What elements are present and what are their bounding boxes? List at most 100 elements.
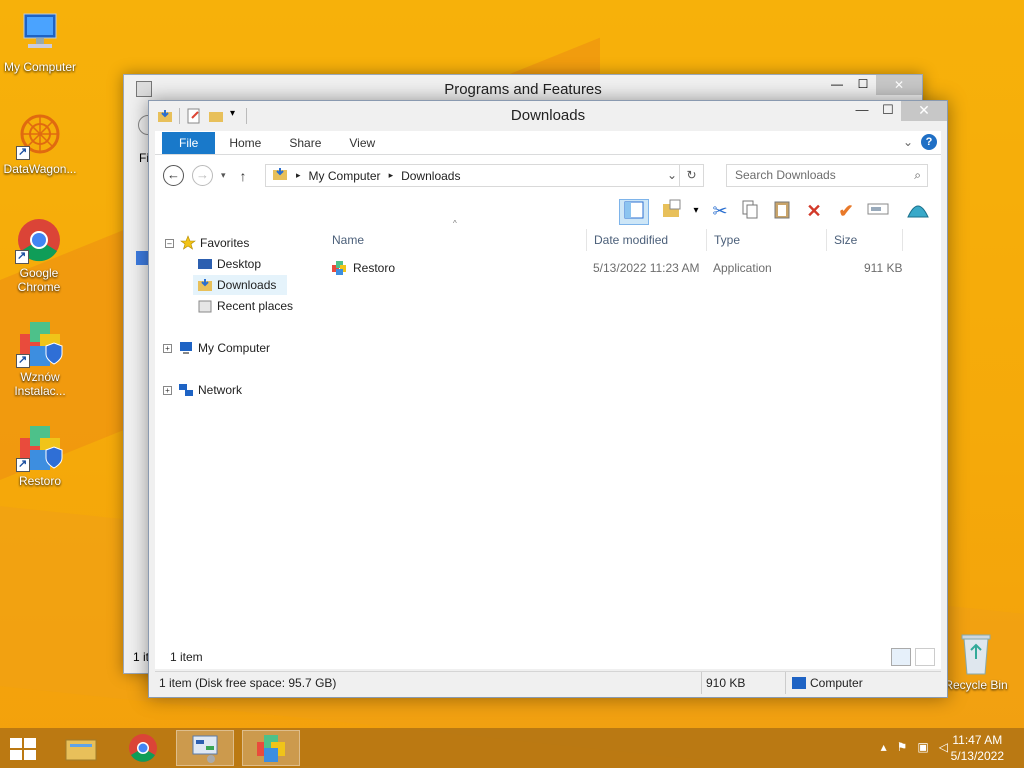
taskbar-control-panel[interactable] [176,730,234,766]
recent-locations-icon[interactable]: ▾ [221,170,226,181]
tree-label: Network [198,383,243,397]
star-icon [180,235,196,251]
maximize-button[interactable]: ☐ [850,75,876,95]
item-count-bar: 1 item [155,645,941,669]
tree-network[interactable]: + Network [163,380,242,400]
network-status-icon[interactable]: ▣ [917,740,928,754]
chevron-down-icon[interactable]: ▾ [683,199,709,225]
copy-icon[interactable] [737,199,763,225]
details-view-button[interactable] [891,648,911,666]
tab-view[interactable]: View [335,132,389,154]
close-button[interactable]: ✕ [876,75,922,95]
explorer-window[interactable]: ▾ Downloads — ☐ ✕ File Home Share View ⌄… [148,100,948,698]
minimize-button[interactable]: — [824,75,850,95]
status-location: Computer [785,672,941,694]
status-bar: 1 item (Disk free space: 95.7 GB) 910 KB… [155,671,941,694]
expand-ribbon-icon[interactable]: ⌄ [903,135,913,149]
partial-status: 1 it [133,650,150,664]
desktop-icon-restoro-installer[interactable]: Wznów Instalac... [0,320,80,398]
tree-label: Downloads [217,278,277,292]
clock[interactable]: 11:47 AM 5/13/2022 [951,732,1004,764]
computer-icon [178,340,194,356]
action-center-icon[interactable]: ⚑ [897,740,908,754]
file-type: Application [713,261,772,275]
close-button[interactable]: ✕ [901,101,947,121]
cut-icon[interactable]: ✂ [707,199,733,225]
up-arrow-icon[interactable]: ↑ [240,168,247,184]
help-icon[interactable]: ? [921,134,937,150]
file-row[interactable]: Restoro 5/13/2022 11:23 AM Application 9… [325,257,941,279]
file-list: ^ Name Date modified Type Size Restoro 5… [325,219,941,669]
tab-file[interactable]: File [162,132,216,154]
desktop-icon [197,256,213,272]
navigation-bar: ← → ▾ ↑ ▸ My Computer ▸ Downloads ⌄ ↻ Se… [155,155,941,195]
breadcrumb-separator: ▸ [388,170,394,180]
restoro-icon [331,260,347,283]
taskbar-chrome[interactable] [114,730,172,766]
status-size: 910 KB [701,672,791,694]
downloads-folder-icon [272,166,288,185]
desktop-icon-label: My Computer [3,60,77,74]
tree-desktop[interactable]: Desktop [197,254,261,274]
breadcrumb-downloads[interactable]: Downloads [401,169,460,183]
column-type[interactable]: Type [707,229,827,251]
column-name[interactable]: Name [325,229,587,251]
tree-favorites[interactable]: – Favorites [165,233,249,253]
back-button[interactable]: ← [163,165,184,186]
clock-date: 5/13/2022 [950,749,1004,763]
taskbar-restoro[interactable] [242,730,300,766]
paste-icon[interactable] [769,199,795,225]
title-bar[interactable]: ▾ Downloads — ☐ ✕ [149,101,947,131]
network-icon [178,382,194,398]
desktop-icon-label: DataWagon... [3,162,77,176]
column-size[interactable]: Size [827,229,903,251]
address-bar[interactable]: ▸ My Computer ▸ Downloads ⌄ ↻ [265,164,704,187]
clock-time: 11:47 AM [952,733,1003,747]
show-hidden-icons-icon[interactable]: ▴ [881,740,887,754]
folder-options-icon[interactable] [659,199,685,225]
windows-logo-pane [24,738,36,748]
checkmark-icon[interactable]: ✔ [833,199,859,225]
desktop-icon-chrome[interactable]: Google Chrome [0,216,78,294]
large-icons-view-button[interactable] [915,648,935,666]
forward-button[interactable]: → [192,165,213,186]
breadcrumb-my-computer[interactable]: My Computer [309,169,381,183]
desktop-icon-my-computer[interactable]: My Computer [0,10,80,74]
minimize-button[interactable]: — [849,101,875,121]
restoro-icon [257,735,285,762]
window-title: Downloads [510,107,586,124]
maximize-button[interactable]: ☐ [875,101,901,121]
collapse-icon[interactable]: – [165,238,174,248]
expand-icon[interactable]: + [163,343,172,353]
tree-label: Desktop [217,257,262,271]
shortcut-arrow-icon [16,457,30,472]
computer-icon [16,10,64,58]
shortcut-arrow-icon [15,249,29,264]
tree-my-computer[interactable]: + My Computer [163,338,270,358]
tree-downloads[interactable]: Downloads [193,275,287,295]
tab-home[interactable]: Home [215,132,275,154]
volume-muted-icon[interactable]: ◁ [939,740,948,754]
chevron-down-icon[interactable]: ⌄ [667,168,677,182]
shell-icon[interactable] [905,199,931,225]
desktop-icon-datawagon[interactable]: DataWagon... [0,112,80,176]
desktop-icon-restoro[interactable]: Restoro [0,424,80,488]
column-date-modified[interactable]: Date modified [587,229,707,251]
tab-share[interactable]: Share [275,132,335,154]
desktop-icon-label: Restoro [18,474,62,488]
expand-icon[interactable]: + [163,385,172,395]
chrome-icon [129,734,157,762]
status-location-label: Computer [810,676,863,690]
preview-pane-icon[interactable] [619,199,649,225]
taskbar-file-explorer[interactable] [52,730,110,766]
tree-label: Recent places [217,299,294,313]
desktop-icon-recycle-bin[interactable]: Recycle Bin [936,632,1016,692]
tree-recent-places[interactable]: Recent places [197,296,293,316]
windows-logo-pane [10,750,22,760]
start-button[interactable] [10,738,38,760]
search-input[interactable]: Search Downloads ⌕ [726,164,928,187]
rename-icon[interactable] [865,199,891,225]
delete-icon[interactable]: ✕ [801,199,827,225]
windows-logo-pane [24,750,36,760]
refresh-icon[interactable]: ↻ [679,165,703,186]
